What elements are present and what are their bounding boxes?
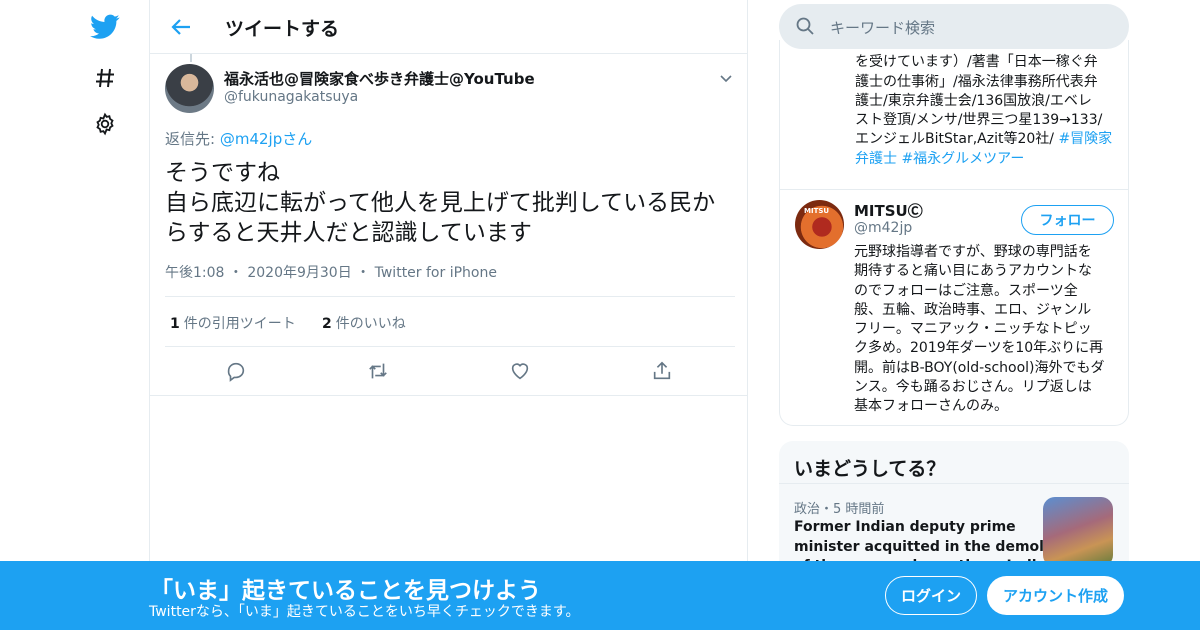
reply-icon[interactable] xyxy=(224,359,248,383)
tweet-date[interactable]: 2020年9月30日 xyxy=(247,265,351,281)
signup-banner: 「いま」起きていることを見つけよう Twitterなら、「いま」起きていることを… xyxy=(0,561,1200,630)
bio-line: 護士の仕事術」/福永法律事務所代表弁 xyxy=(855,73,1098,90)
meta-separator: ・ xyxy=(228,265,243,281)
profile1-bio: リー1万以上の方のみ、実名での相談 を受けています）/著書「日本一稼ぐ弁 護士の… xyxy=(855,40,1120,169)
tweet-source[interactable]: Twitter for iPhone xyxy=(375,265,497,281)
profile2-bio: 元野球指導者ですが、野球の専門話を 期待すると痛い目にあうアカウントな のでフォ… xyxy=(854,243,1119,417)
tweet-text-line: 自ら底辺に転がって他人を見上げて批判している民か xyxy=(165,190,716,216)
tweet-actions xyxy=(150,347,748,396)
main-column: ツイートする 福永活也@冒険家食べ歩き弁護士@YouTube @fukunaga… xyxy=(149,0,748,630)
tweet-meta: 午後1:08 ・ 2020年9月30日 ・ Twitter for iPhone xyxy=(165,262,497,282)
reply-suffix: さん xyxy=(282,130,313,148)
author-handle[interactable]: @fukunagakatsuya xyxy=(224,89,358,105)
bio-line: 期待すると痛い目にあうアカウントな xyxy=(854,263,1092,280)
author-avatar[interactable] xyxy=(165,64,214,113)
hashtag-link[interactable]: 弁護士 xyxy=(855,151,897,167)
trend-line: Former Indian deputy prime xyxy=(794,519,1016,535)
bio-line: ンス。今も踊るおじさん。リプ返しは xyxy=(854,379,1092,396)
user-card: リー1万以上の方のみ、実名での相談 を受けています）/著書「日本一稼ぐ弁 護士の… xyxy=(779,40,1129,426)
divider xyxy=(779,483,1129,484)
bio-line: 弁護士 #福永グルメツアー xyxy=(855,150,1120,169)
retweet-icon[interactable] xyxy=(366,359,390,383)
banner-title: 「いま」起きていることを見つけよう xyxy=(150,578,541,604)
trend-thumbnail[interactable] xyxy=(1043,497,1113,567)
bio-line: 護士/東京弁護士会/136国放浪/エベレ xyxy=(855,92,1092,109)
search-placeholder[interactable]: キーワード検索 xyxy=(830,17,935,38)
explore-hashtag-icon[interactable] xyxy=(88,61,122,95)
bio-line: フリー。マニアック・ニッチなトピッ xyxy=(854,321,1092,338)
left-nav xyxy=(0,0,150,630)
settings-gear-icon[interactable] xyxy=(88,107,122,141)
quote-label: 件の引用ツイート xyxy=(183,316,296,332)
bio-text: エンジェルBitStar,Azit等20社/ xyxy=(855,131,1059,148)
divider xyxy=(780,189,1128,190)
follow-button[interactable]: フォロー xyxy=(1021,205,1114,235)
sidebar: リー1万以上の方のみ、実名での相談 を受けています）/著書「日本一稼ぐ弁 護士の… xyxy=(779,0,1129,630)
trends-heading: いまどうしてる？ xyxy=(794,458,946,480)
reply-to-line: 返信先: @m42jpさん xyxy=(165,128,312,149)
trend-line: minister acquitted in the demolition xyxy=(794,538,1080,555)
chevron-down-icon[interactable] xyxy=(716,68,736,88)
like-count: 2 xyxy=(322,316,332,332)
bio-line: を受けています）/著書「日本一稼ぐ弁 xyxy=(855,54,1098,71)
bio-line: のでフォローはご注意。スポーツ全 xyxy=(854,282,1078,299)
tweet-stats: 1 件の引用ツイート 2 件のいいね xyxy=(165,296,735,347)
bio-line: 元野球指導者ですが、野球の専門話を xyxy=(854,244,1092,260)
tweet-text-line: そうですね xyxy=(165,160,280,186)
thread-connector xyxy=(190,54,192,62)
likes-stat[interactable]: 2 件のいいね xyxy=(322,313,406,333)
hashtag-link[interactable]: #福永グルメツアー xyxy=(901,151,1024,167)
page: ツイートする 福永活也@冒険家食べ歩き弁護士@YouTube @fukunaga… xyxy=(0,0,1200,630)
search-icon xyxy=(795,16,815,36)
tweet-time[interactable]: 午後1:08 xyxy=(165,265,224,281)
page-title: ツイートする xyxy=(225,18,340,40)
twitter-logo-icon[interactable] xyxy=(88,10,122,44)
meta-separator: ・ xyxy=(356,265,371,281)
login-button[interactable]: ログイン xyxy=(885,576,977,615)
banner-subtitle: Twitterなら、「いま」起きていることをいち早くチェックできます。 xyxy=(149,604,580,620)
user-avatar[interactable]: MITSU xyxy=(795,200,844,249)
user-handle[interactable]: @m42jp xyxy=(854,220,912,236)
reply-prefix: 返信先: xyxy=(165,130,216,148)
author-name[interactable]: 福永活也@冒険家食べ歩き弁護士@YouTube xyxy=(224,68,535,89)
reply-handle-link[interactable]: @m42jp xyxy=(220,130,282,148)
like-heart-icon[interactable] xyxy=(508,359,532,383)
bio-line: スト登頂/メンサ/世界三つ星139→133/ xyxy=(855,112,1103,129)
tweet-text-line: らすると天井人だと認識しています xyxy=(165,220,532,246)
main-header: ツイートする xyxy=(150,0,748,54)
search-box[interactable]: キーワード検索 xyxy=(779,4,1129,49)
trend-category: 政治・5 時間前 xyxy=(794,502,885,517)
share-icon[interactable] xyxy=(650,359,674,383)
quote-count: 1 xyxy=(170,316,180,332)
bio-line: 基本フォローさんのみ。 xyxy=(854,398,1008,415)
quote-tweets-stat[interactable]: 1 件の引用ツイート xyxy=(170,313,296,333)
hashtag-link[interactable]: #冒険家 xyxy=(1058,131,1112,147)
bio-line: 般、五輪、政治時事、エロ、ジャンル xyxy=(854,301,1092,318)
signup-button[interactable]: アカウント作成 xyxy=(987,576,1124,615)
user-name[interactable]: MITSUⒸ xyxy=(854,200,923,221)
avatar-text: MITSU xyxy=(804,207,830,215)
bio-line: 開。前はB-BOY(old-school)海外でもダ xyxy=(854,359,1105,376)
bio-line: ク多め。2019年ダーツを10年ぶりに再 xyxy=(854,340,1104,357)
tweet-text: そうですね 自ら底辺に転がって他人を見上げて批判している民か らすると天井人だと… xyxy=(165,158,740,248)
bio-line: エンジェルBitStar,Azit等20社/ #冒険家 xyxy=(855,130,1120,149)
back-arrow-icon[interactable] xyxy=(166,12,196,42)
like-label: 件のいいね xyxy=(335,316,406,332)
